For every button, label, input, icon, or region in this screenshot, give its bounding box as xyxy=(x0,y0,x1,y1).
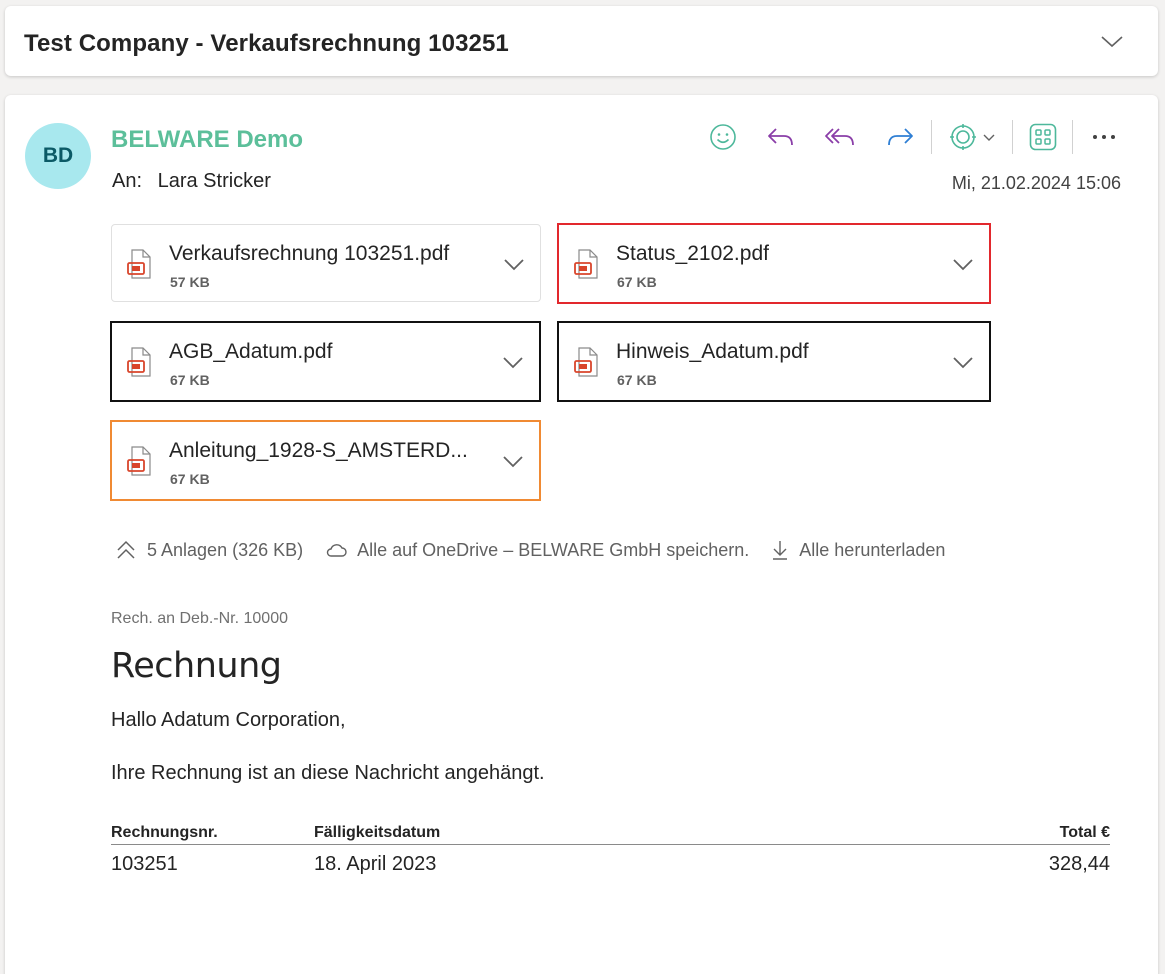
subject-title: Test Company - Verkaufsrechnung 103251 xyxy=(24,30,509,57)
attachment-size: 67 KB xyxy=(170,372,210,388)
subject-header: Test Company - Verkaufsrechnung 103251 xyxy=(5,6,1158,76)
recipient-label: An: xyxy=(112,170,143,192)
save-to-onedrive-link[interactable]: Alle auf OneDrive – BELWARE GmbH speiche… xyxy=(325,540,749,561)
chevron-down-icon[interactable] xyxy=(951,255,975,273)
apps-icon xyxy=(1029,123,1057,151)
body-heading: Rechnung xyxy=(111,646,282,686)
reply-icon xyxy=(768,128,793,146)
body-sender-line: Rech. an Deb.-Nr. 10000 xyxy=(111,610,288,627)
toolbar-divider xyxy=(1012,120,1013,154)
attachment-name: AGB_Adatum.pdf xyxy=(169,340,333,363)
chevron-down-icon[interactable] xyxy=(501,353,525,371)
column-header-due-date: Fälligkeitsdatum xyxy=(314,824,441,841)
pdf-file-icon xyxy=(127,347,151,377)
forward-icon xyxy=(888,128,913,146)
chevron-down-icon[interactable] xyxy=(501,452,525,470)
chevron-down-icon[interactable] xyxy=(1100,32,1124,50)
column-header-invoice-number: Rechnungsnr. xyxy=(111,824,218,841)
attachment-size: 67 KB xyxy=(617,372,657,388)
attachment-card[interactable]: Anleitung_1928-S_AMSTERD... 67 KB xyxy=(110,420,541,501)
reply-button[interactable] xyxy=(763,120,799,154)
attachment-card[interactable]: Verkaufsrechnung 103251.pdf 57 KB xyxy=(111,224,541,302)
download-all-link[interactable]: Alle herunterladen xyxy=(771,539,945,561)
pdf-file-icon xyxy=(574,249,598,279)
download-icon xyxy=(773,541,788,560)
body-text: Ihre Rechnung ist an diese Nachricht ang… xyxy=(111,762,545,784)
pdf-file-icon xyxy=(127,446,151,476)
chevron-down-icon[interactable] xyxy=(502,255,526,273)
sender-name[interactable]: BELWARE Demo xyxy=(111,126,303,154)
invoice-table: Rechnungsnr. Fälligkeitsdatum Total € 10… xyxy=(111,821,1110,879)
reply-all-button[interactable] xyxy=(822,120,858,154)
apps-button[interactable] xyxy=(1025,120,1061,154)
pdf-file-icon xyxy=(574,347,598,377)
attachment-size: 67 KB xyxy=(617,274,657,290)
attachment-summary: 5 Anlagen (326 KB) Alle auf OneDrive – B… xyxy=(115,538,967,562)
emoji-button[interactable] xyxy=(705,120,741,154)
attachment-size: 57 KB xyxy=(170,274,210,290)
addin-button[interactable] xyxy=(943,120,1001,154)
chevron-double-up-icon xyxy=(117,540,135,559)
forward-button[interactable] xyxy=(882,120,918,154)
table-row: 103251 18. April 2023 328,44 xyxy=(111,845,1110,879)
download-all-label: Alle herunterladen xyxy=(799,539,946,560)
attachment-name: Anleitung_1928-S_AMSTERD... xyxy=(169,439,468,462)
toolbar-divider xyxy=(931,120,932,154)
attachment-size: 67 KB xyxy=(170,471,210,487)
total-cell: 328,44 xyxy=(1048,853,1110,875)
attachment-name: Hinweis_Adatum.pdf xyxy=(616,340,809,363)
attachment-card[interactable]: AGB_Adatum.pdf 67 KB xyxy=(110,321,541,402)
more-icon xyxy=(1093,135,1115,139)
due-date-cell: 18. April 2023 xyxy=(314,853,437,875)
table-header-row: Rechnungsnr. Fälligkeitsdatum Total € xyxy=(111,821,1110,845)
emoji-icon xyxy=(710,124,736,150)
save-to-onedrive-label: Alle auf OneDrive – BELWARE GmbH speiche… xyxy=(357,539,750,560)
message-datetime: Mi, 21.02.2024 15:06 xyxy=(951,173,1121,193)
addin-icon xyxy=(950,124,976,150)
chevron-down-icon xyxy=(983,134,995,141)
attachment-name: Status_2102.pdf xyxy=(616,242,769,265)
reply-all-icon xyxy=(825,128,854,146)
attachment-count: 5 Anlagen (326 KB) xyxy=(147,539,304,560)
recipient-name[interactable]: Lara Stricker xyxy=(158,170,271,192)
recipient-line: An: Lara Stricker xyxy=(112,170,271,193)
message-card: BD BELWARE Demo An: Lara Stricker Mi, 21… xyxy=(5,95,1158,974)
collapse-attachments-button[interactable]: 5 Anlagen (326 KB) xyxy=(115,539,303,561)
chevron-down-icon[interactable] xyxy=(951,353,975,371)
avatar[interactable]: BD xyxy=(25,123,91,189)
cloud-icon xyxy=(326,544,347,557)
pdf-file-icon xyxy=(127,249,151,279)
attachment-card[interactable]: Hinweis_Adatum.pdf 67 KB xyxy=(557,321,991,402)
attachment-card[interactable]: Status_2102.pdf 67 KB xyxy=(557,223,991,304)
column-header-total: Total € xyxy=(1059,824,1110,841)
body-greeting: Hallo Adatum Corporation, xyxy=(111,709,346,731)
invoice-number-cell: 103251 xyxy=(111,853,178,875)
attachment-name: Verkaufsrechnung 103251.pdf xyxy=(169,242,450,265)
more-actions-button[interactable] xyxy=(1087,120,1121,154)
toolbar-divider xyxy=(1072,120,1073,154)
